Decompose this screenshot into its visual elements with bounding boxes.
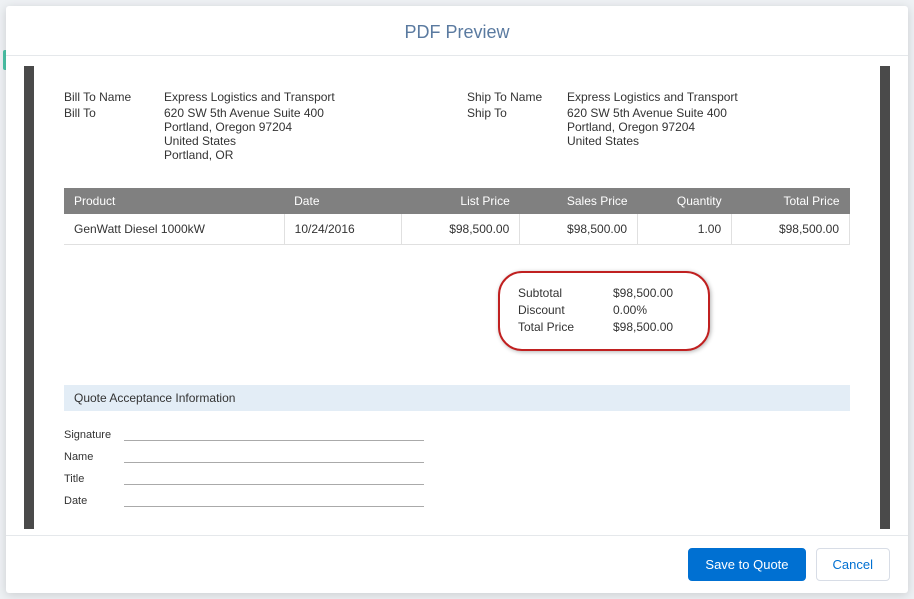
discount-label: Discount	[518, 303, 613, 317]
save-to-quote-button[interactable]: Save to Quote	[688, 548, 805, 581]
col-total-price: Total Price	[732, 188, 850, 214]
signature-label: Signature	[64, 429, 124, 441]
title-label: Title	[64, 473, 124, 485]
date-line	[124, 491, 424, 507]
subtotal-label: Subtotal	[518, 286, 613, 300]
pdf-preview-modal: PDF Preview Bill To Name Express Logisti…	[6, 6, 908, 593]
totals-wrapper: Subtotal $98,500.00 Discount 0.00% Total…	[64, 271, 710, 351]
col-sales-price: Sales Price	[520, 188, 638, 214]
cell-date: 10/24/2016	[284, 214, 402, 245]
bill-to-column: Bill To Name Express Logistics and Trans…	[64, 90, 447, 164]
cell-total-price: $98,500.00	[732, 214, 850, 245]
table-row: GenWatt Diesel 1000kW 10/24/2016 $98,500…	[64, 214, 850, 245]
pdf-page: Bill To Name Express Logistics and Trans…	[24, 66, 890, 529]
date-label: Date	[64, 495, 124, 507]
ship-to-label: Ship To	[467, 106, 567, 148]
cell-list-price: $98,500.00	[402, 214, 520, 245]
cell-product: GenWatt Diesel 1000kW	[64, 214, 284, 245]
signature-line	[124, 425, 424, 441]
bill-to-name: Express Logistics and Transport	[164, 90, 447, 104]
bill-to-label: Bill To	[64, 106, 164, 162]
bill-to-address: 620 SW 5th Avenue Suite 400 Portland, Or…	[164, 106, 447, 162]
ship-to-address: 620 SW 5th Avenue Suite 400 Portland, Or…	[567, 106, 850, 148]
ship-to-column: Ship To Name Express Logistics and Trans…	[467, 90, 850, 164]
line-items-table: Product Date List Price Sales Price Quan…	[64, 188, 850, 245]
total-price-label: Total Price	[518, 320, 613, 334]
cell-quantity: 1.00	[638, 214, 732, 245]
address-block: Bill To Name Express Logistics and Trans…	[64, 90, 850, 164]
cancel-button[interactable]: Cancel	[816, 548, 890, 581]
cell-sales-price: $98,500.00	[520, 214, 638, 245]
total-price-value: $98,500.00	[613, 320, 690, 334]
col-list-price: List Price	[402, 188, 520, 214]
modal-footer: Save to Quote Cancel	[6, 535, 908, 593]
signature-block: Signature Name Title Date	[64, 425, 424, 507]
pdf-scroll-area[interactable]: Bill To Name Express Logistics and Trans…	[24, 66, 890, 529]
bill-to-name-label: Bill To Name	[64, 90, 164, 104]
col-quantity: Quantity	[638, 188, 732, 214]
discount-value: 0.00%	[613, 303, 690, 317]
modal-body: Bill To Name Express Logistics and Trans…	[6, 56, 908, 535]
col-date: Date	[284, 188, 402, 214]
title-line	[124, 469, 424, 485]
ship-to-name: Express Logistics and Transport	[567, 90, 850, 104]
modal-title: PDF Preview	[6, 22, 908, 43]
name-line	[124, 447, 424, 463]
col-product: Product	[64, 188, 284, 214]
acceptance-header: Quote Acceptance Information	[64, 385, 850, 411]
totals-box-highlight: Subtotal $98,500.00 Discount 0.00% Total…	[498, 271, 710, 351]
ship-to-name-label: Ship To Name	[467, 90, 567, 104]
subtotal-value: $98,500.00	[613, 286, 690, 300]
name-label: Name	[64, 451, 124, 463]
modal-header: PDF Preview	[6, 6, 908, 56]
